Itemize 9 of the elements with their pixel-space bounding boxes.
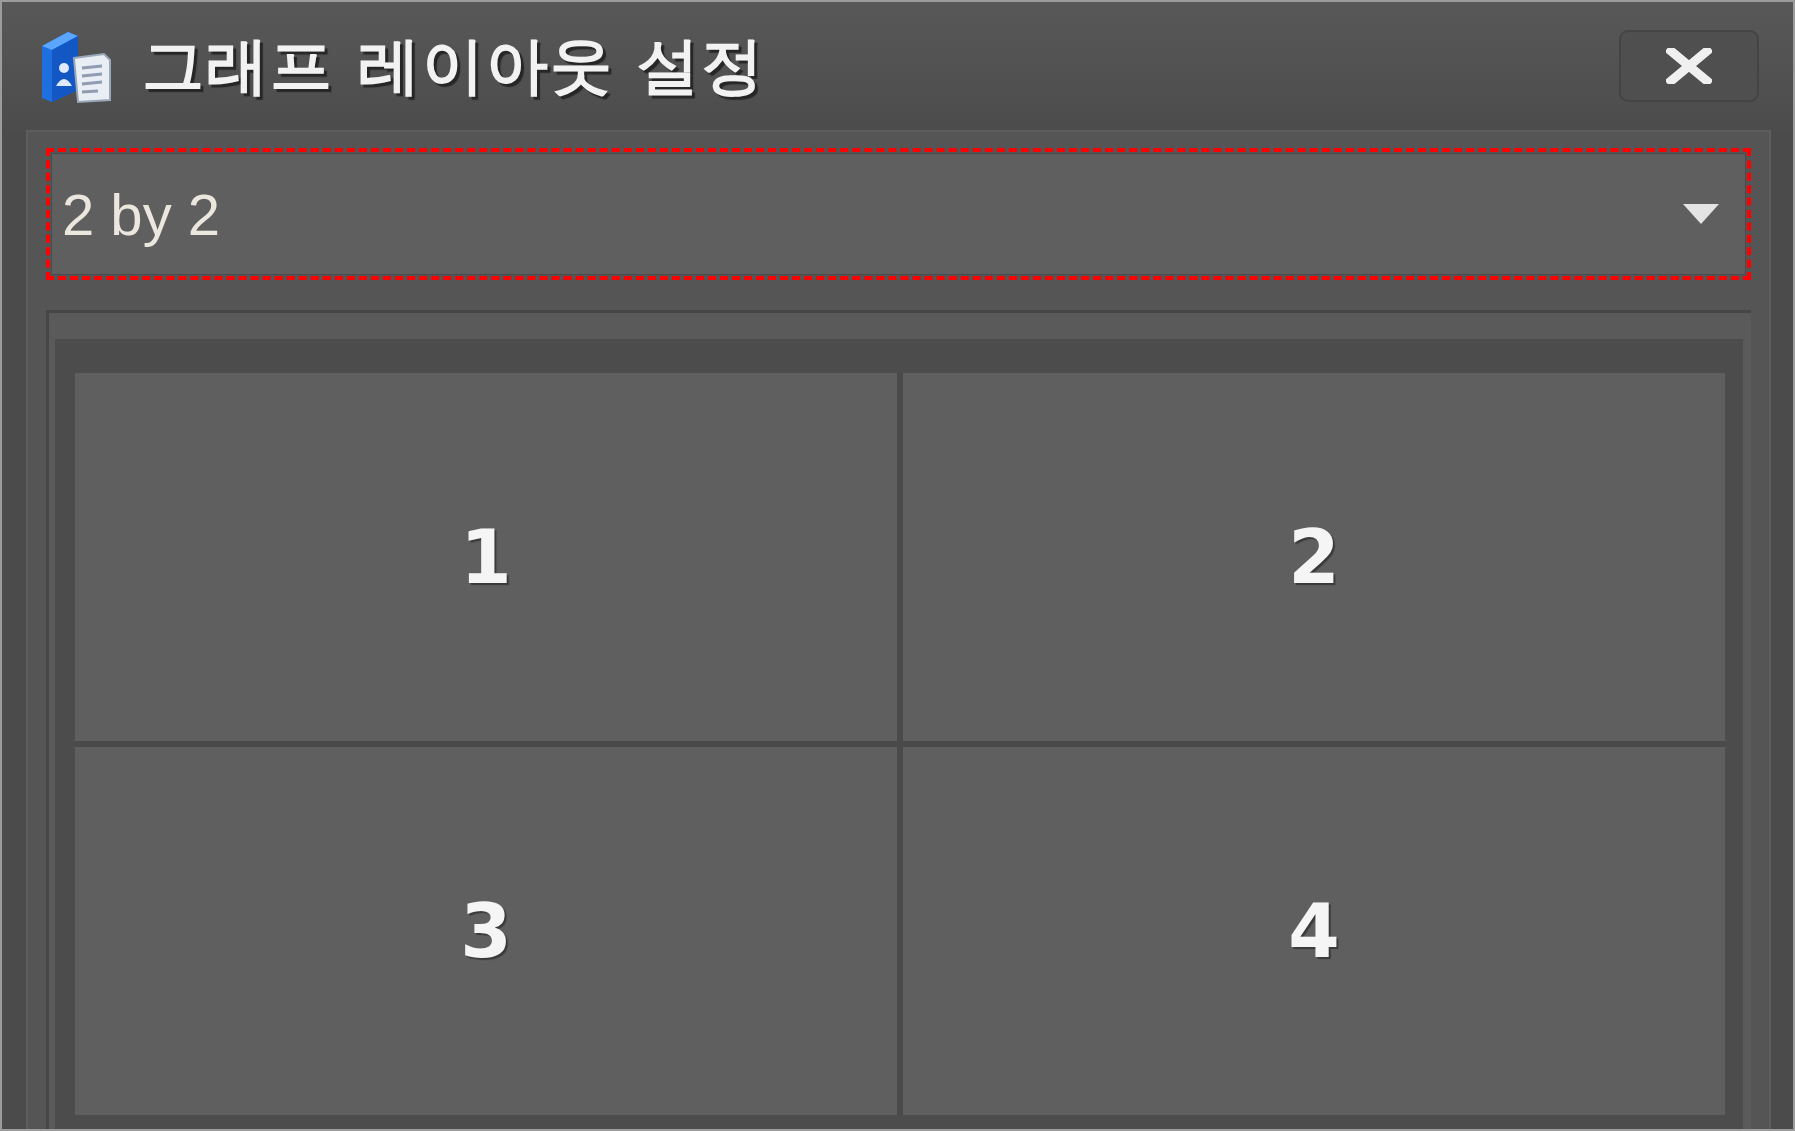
window-title: 그래프 레이아웃 설정: [142, 28, 766, 104]
layout-dropdown[interactable]: 2 by 2: [51, 153, 1746, 275]
close-button[interactable]: [1619, 30, 1759, 102]
pane-number: 2: [1288, 514, 1340, 600]
caret-icon: [1683, 204, 1719, 224]
close-icon: [1666, 48, 1712, 84]
pane-number: 4: [1288, 888, 1340, 974]
pane-number: 1: [460, 514, 512, 600]
pane-number: 3: [460, 888, 512, 974]
